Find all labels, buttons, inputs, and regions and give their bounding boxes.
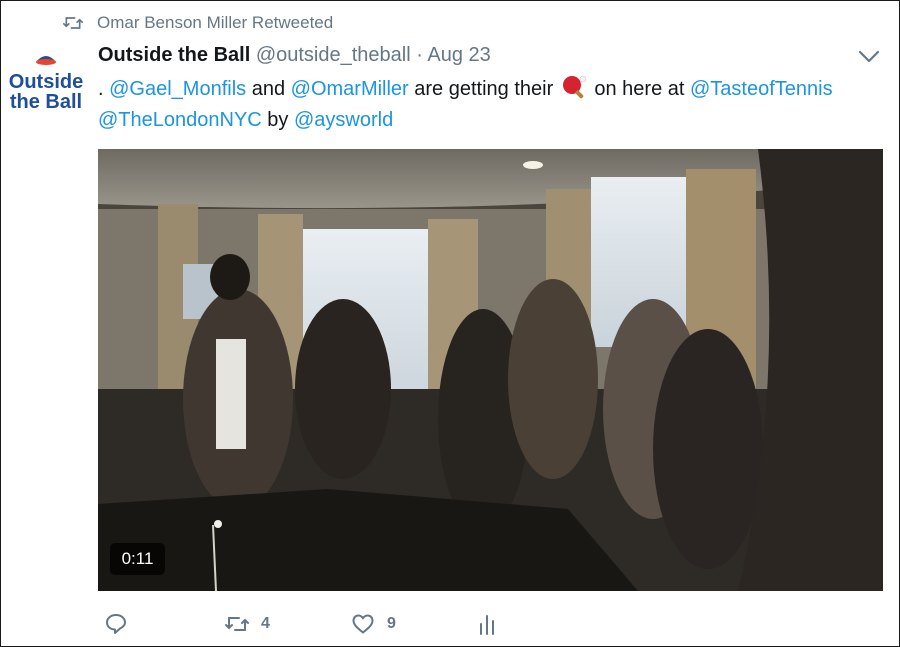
text-on-here: on here at	[588, 78, 690, 100]
mention-thelondonnyc[interactable]: @TheLondonNYC	[98, 109, 262, 131]
avatar[interactable]: Outside the Ball	[9, 50, 83, 120]
chevron-down-icon[interactable]	[858, 48, 880, 64]
like-button[interactable]: 9	[351, 610, 396, 638]
text-getting: are getting their	[408, 78, 559, 100]
tweet-text: . @Gael_Monfils and @OmarMiller are gett…	[98, 74, 888, 136]
tweet-header: Outside the Ball @outside_theball · Aug …	[98, 44, 491, 67]
heart-icon	[352, 614, 374, 634]
retweet-context[interactable]: Omar Benson Miller Retweeted	[63, 12, 333, 34]
author-name[interactable]: Outside the Ball	[98, 44, 250, 66]
reply-button[interactable]	[104, 610, 128, 638]
text-prefix: .	[98, 78, 110, 100]
reply-icon	[106, 614, 126, 634]
ping-pong-emoji	[562, 75, 587, 99]
mention-tasteoftennis[interactable]: @TasteofTennis	[690, 78, 833, 100]
tweet-date[interactable]: Aug 23	[427, 44, 490, 66]
avatar-line2: the Ball	[10, 91, 82, 113]
author-handle[interactable]: @outside_theball	[256, 44, 411, 66]
retweet-icon	[225, 617, 249, 631]
analytics-icon	[480, 615, 494, 635]
text-by: by	[261, 109, 294, 131]
mention-aysworld[interactable]: @aysworld	[294, 109, 393, 131]
retweet-context-text: Omar Benson Miller Retweeted	[97, 13, 334, 32]
mention-gael[interactable]: @Gael_Monfils	[109, 78, 246, 100]
video-duration: 0:11	[110, 543, 165, 575]
header-separator: ·	[416, 44, 423, 66]
cap-icon	[36, 56, 56, 65]
like-count: 9	[387, 615, 396, 632]
video-player[interactable]	[98, 149, 883, 591]
analytics-button[interactable]	[475, 610, 499, 638]
avatar-line1: Outside	[9, 71, 83, 93]
mention-omar[interactable]: @OmarMiller	[291, 78, 409, 100]
retweet-count: 4	[261, 615, 270, 632]
retweet-icon	[63, 17, 83, 29]
retweet-button[interactable]: 4	[225, 610, 270, 638]
video-frame	[98, 149, 883, 591]
text-and: and	[246, 78, 291, 100]
